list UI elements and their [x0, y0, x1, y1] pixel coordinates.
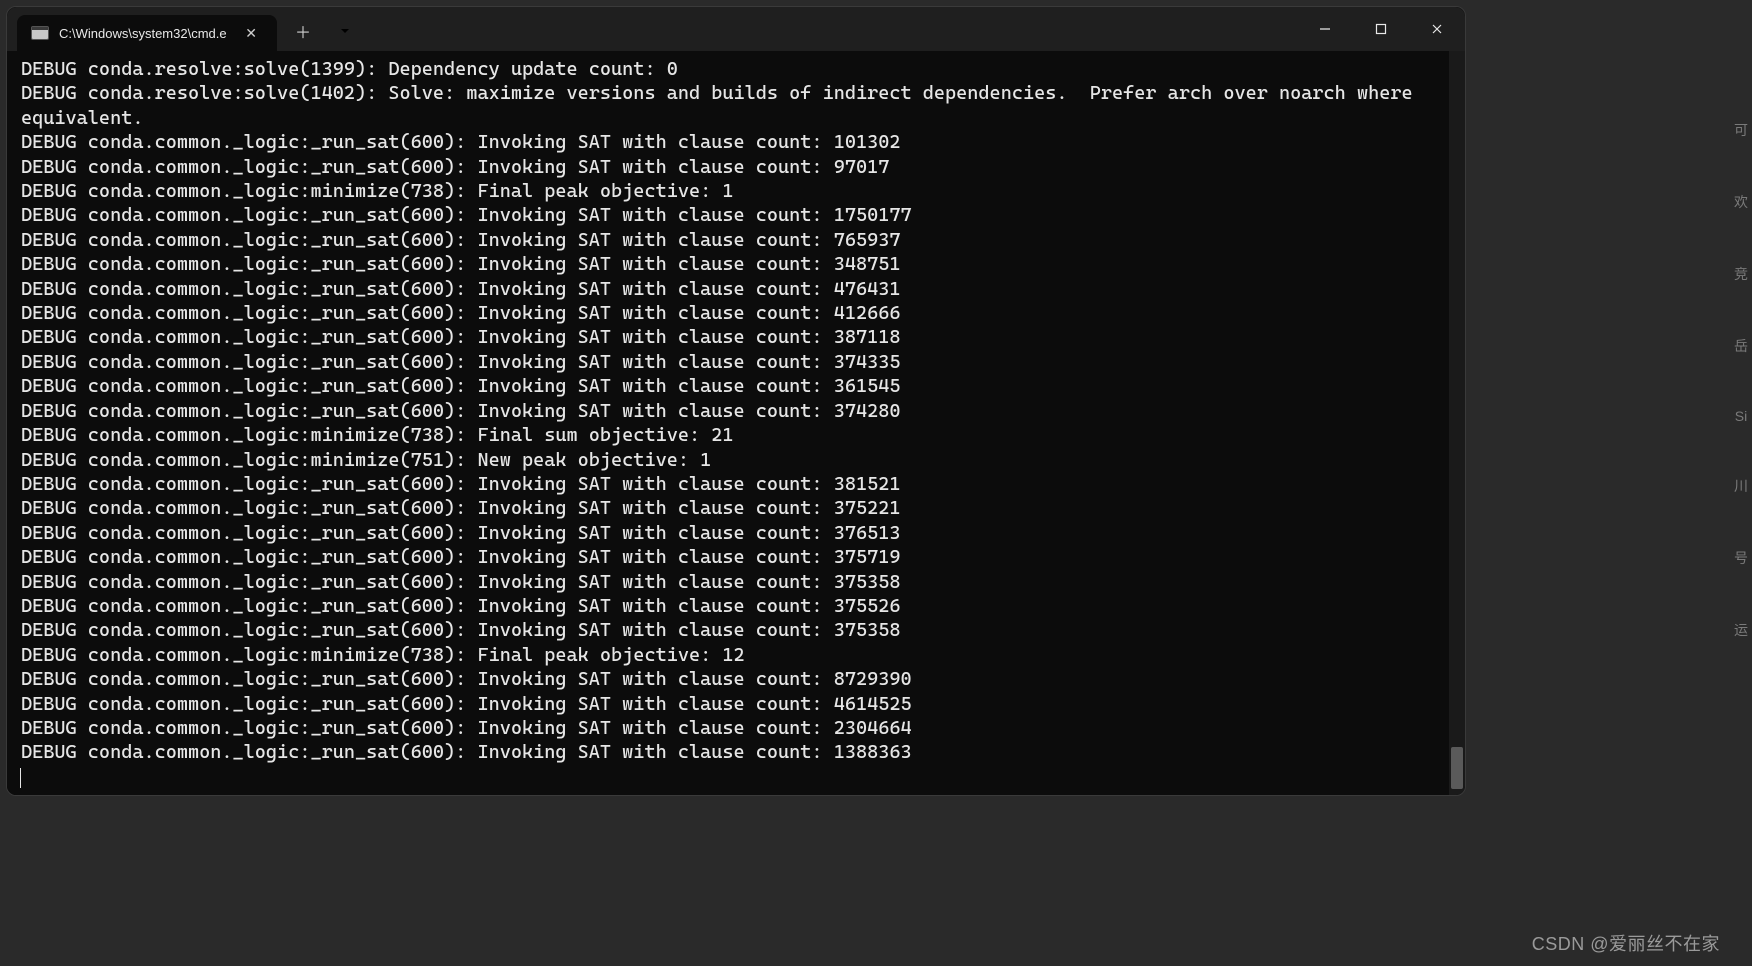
side-hint-char: 欢 — [1734, 192, 1748, 212]
tab-title: C:\Windows\system32\cmd.e — [59, 26, 229, 41]
tab-active[interactable]: C:\Windows\system32\cmd.e ✕ — [17, 15, 277, 51]
tab-actions: ＋ — [283, 7, 365, 51]
close-button[interactable] — [1409, 7, 1465, 51]
side-hint-char: 号 — [1734, 548, 1748, 568]
window-controls — [1297, 7, 1465, 51]
tab-dropdown-button[interactable] — [325, 11, 365, 51]
titlebar-spacer[interactable] — [365, 7, 1297, 51]
scroll-thumb[interactable] — [1451, 747, 1463, 789]
terminal-window: C:\Windows\system32\cmd.e ✕ ＋ DEBUG cond… — [6, 6, 1466, 796]
side-hint-char: Si — [1735, 408, 1747, 424]
terminal-output[interactable]: DEBUG conda.resolve:solve(1399): Depende… — [7, 51, 1449, 795]
watermark-text: CSDN @爱丽丝不在家 — [1532, 930, 1720, 956]
side-hint-char: 竞 — [1734, 264, 1748, 284]
maximize-button[interactable] — [1353, 7, 1409, 51]
side-hint-char: 可 — [1734, 120, 1748, 140]
side-hint-strip: 可欢竞岳 Si 川号运 — [1730, 0, 1752, 966]
new-tab-button[interactable]: ＋ — [283, 11, 323, 51]
side-hint-char: 岳 — [1734, 336, 1748, 356]
cmd-icon — [31, 26, 49, 40]
side-hint-char: 运 — [1734, 620, 1748, 640]
cursor — [20, 768, 21, 788]
title-bar[interactable]: C:\Windows\system32\cmd.e ✕ ＋ — [7, 7, 1465, 51]
scrollbar-vertical[interactable] — [1449, 51, 1465, 795]
minimize-button[interactable] — [1297, 7, 1353, 51]
side-hint-char: 川 — [1734, 476, 1748, 496]
tab-close-button[interactable]: ✕ — [239, 23, 263, 44]
terminal-area: DEBUG conda.resolve:solve(1399): Depende… — [7, 51, 1465, 795]
